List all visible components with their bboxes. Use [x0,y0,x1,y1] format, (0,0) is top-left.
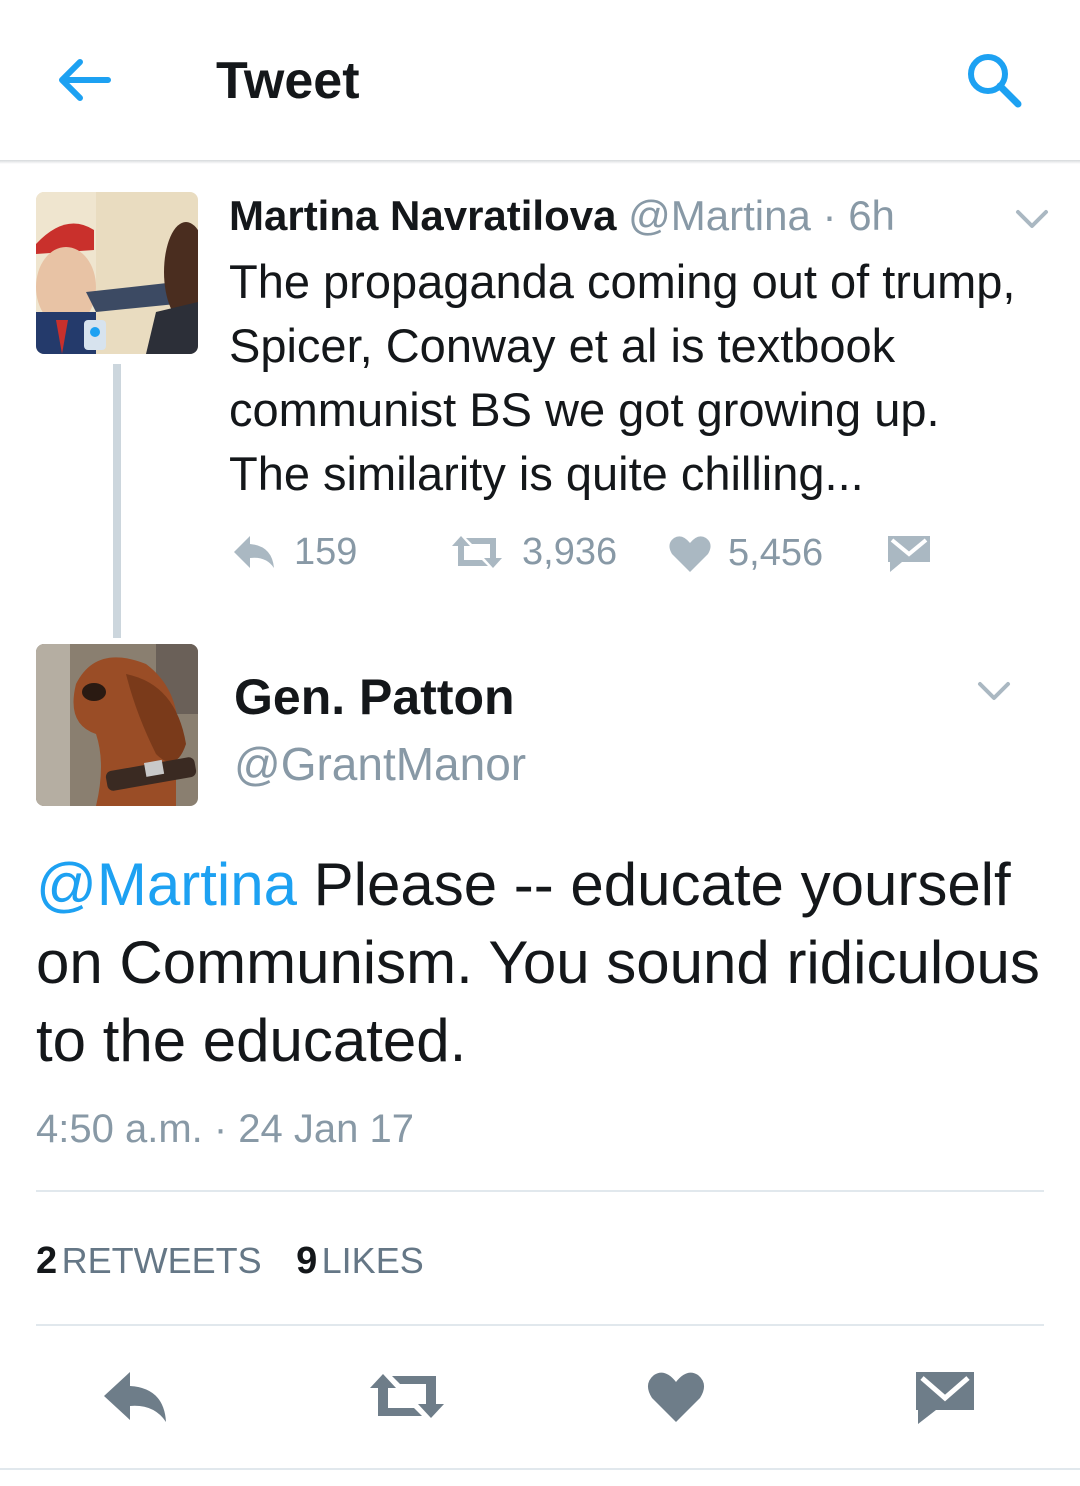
retweet-icon [452,536,502,568]
thread-connector [113,364,121,638]
engagement-stats: 2 RETWEETS 9 LIKES [36,1236,424,1294]
like-action[interactable]: 5,456 [668,532,823,575]
author-handle[interactable]: @Martina [628,192,811,239]
tweet-text-line: on Communism. You sound ridiculous [36,929,1040,996]
header-divider [0,160,1080,164]
arrow-left-icon [59,59,111,101]
chevron-down-icon [978,682,1010,700]
retweet-action[interactable]: 3,936 [448,530,617,574]
reply-action[interactable]: 159 [230,530,357,574]
back-button[interactable] [52,48,116,112]
author-name[interactable]: Martina Navratilova [229,192,616,239]
tweet-text-line: The similarity is quite chilling... [229,447,864,500]
top-bar: Tweet [0,0,1080,160]
message-icon [888,536,930,572]
likes-count: 9 [296,1240,318,1282]
heart-icon [647,1372,705,1422]
tweet-text-line: The propaganda coming out of trump, [229,255,1016,308]
retweets-label: RETWEETS [61,1240,262,1281]
retweet-button[interactable] [366,1368,448,1429]
avatar[interactable] [36,644,198,806]
message-button[interactable] [914,1370,976,1431]
avatar-photo [36,644,198,806]
reply-icon [234,536,274,568]
tweet-menu-button[interactable] [974,676,1014,709]
avatar[interactable] [36,192,198,354]
likes-label: LIKES [321,1240,424,1281]
divider [36,1190,1044,1192]
tweet-timestamp[interactable]: 4:50 a.m. · 24 Jan 17 [36,1104,414,1154]
tweet-time: 6h [848,192,895,239]
reply-icon [104,1372,166,1422]
like-count: 5,456 [728,532,824,574]
tweet-text-line: communist BS we got growing up. [229,383,940,436]
author-name[interactable]: Gen. Patton [234,664,515,730]
reply-count: 159 [294,530,358,573]
divider [0,1468,1080,1470]
retweets-stat[interactable]: 2 RETWEETS [36,1240,266,1282]
like-button[interactable] [646,1370,706,1429]
message-icon [916,1372,974,1424]
avatar-illustration [36,192,198,354]
page-title: Tweet [216,52,360,110]
tweet-menu-button[interactable] [1012,204,1052,237]
chevron-down-icon [1016,210,1048,228]
separator: · [822,192,837,239]
tweet-header: Martina Navratilova @Martina · 6h [229,190,895,242]
tweet-text-line: Spicer, Conway et al is textbook [229,319,896,372]
heart-icon [669,535,711,572]
retweets-count: 2 [36,1240,58,1282]
message-action[interactable] [886,534,932,579]
tweet-text-line: to the educated. [36,1007,467,1074]
retweet-count: 3,936 [522,530,618,573]
likes-stat[interactable]: 9 LIKES [296,1240,424,1282]
retweet-icon [370,1374,444,1418]
divider [36,1324,1044,1326]
reply-button[interactable] [100,1368,170,1429]
tweet-text: @Martina Please -- educate yourself on C… [36,846,1056,1080]
search-icon [968,54,1022,108]
search-button[interactable] [962,48,1026,112]
tweet-text: The propaganda coming out of trump, Spic… [229,250,1049,506]
tweet-text-segment: Please -- educate yourself [296,851,1011,918]
mention-link[interactable]: @Martina [36,851,297,918]
author-handle[interactable]: @GrantManor [234,734,526,794]
tweet-text-line: @Martina Please -- educate yourself [36,846,1056,924]
